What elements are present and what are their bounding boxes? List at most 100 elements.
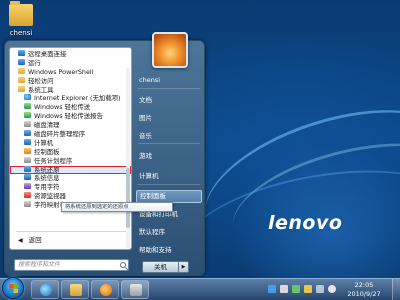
program-item[interactable]: 计算机 xyxy=(10,138,131,148)
clock-time: 22:05 xyxy=(354,281,374,289)
program-item[interactable]: 远程桌面连接 xyxy=(10,50,131,59)
program-item[interactable]: 磁盘清理 xyxy=(10,121,131,130)
folder-icon xyxy=(18,67,25,74)
tray-volume-icon[interactable] xyxy=(328,285,336,293)
system-info-icon xyxy=(24,174,31,181)
back-button[interactable]: ◀ 返回 xyxy=(18,235,42,245)
program-item[interactable]: 系统工具 xyxy=(10,85,131,95)
tray-language-icon[interactable] xyxy=(268,285,276,293)
separator xyxy=(16,231,126,232)
taskbar-internet-explorer[interactable] xyxy=(31,280,59,299)
private-character-icon xyxy=(24,183,31,190)
right-menu-item[interactable]: 计算机 xyxy=(136,170,202,183)
right-pane-separator xyxy=(138,88,200,89)
program-item[interactable]: 运行 xyxy=(10,58,131,68)
program-label: 专用字符 xyxy=(34,183,60,192)
program-label: 轻松访问 xyxy=(28,76,54,85)
program-label: 资源监视器 xyxy=(34,192,66,201)
program-item[interactable]: 轻松访问 xyxy=(10,76,131,86)
program-label: 控制面板 xyxy=(34,147,60,156)
tray-network-icon[interactable] xyxy=(316,285,324,293)
right-menu-item[interactable]: 图片 xyxy=(136,112,202,125)
search-input[interactable]: 搜索程序和文件 xyxy=(14,259,129,271)
programs-pane: 远程桌面连接 运行 Windows PowerShell 轻松访问 系统工具 Intern… xyxy=(9,47,132,250)
right-menu-item[interactable]: chensi xyxy=(136,74,202,87)
media-player-icon xyxy=(100,284,112,296)
program-item[interactable]: 任务计划程序 xyxy=(10,156,131,166)
program-item[interactable]: Windows PowerShell xyxy=(10,67,131,77)
program-label: 磁盘清理 xyxy=(34,121,60,130)
tray-keyboard-icon[interactable] xyxy=(280,285,288,293)
desktop-icon-user-folder[interactable]: chensi xyxy=(4,1,38,37)
tray-app-icon[interactable] xyxy=(292,285,300,293)
program-label: 运行 xyxy=(28,58,41,67)
tray-action-center-icon[interactable] xyxy=(304,285,312,293)
folder-icon xyxy=(18,76,25,83)
clock-date: 2010/9/27 xyxy=(347,289,381,298)
program-label: 远程桌面连接 xyxy=(28,50,67,58)
program-label: Internet Explorer (无加载项) xyxy=(34,94,121,103)
programs-list: 远程桌面连接 运行 Windows PowerShell 轻松访问 系统工具 Intern… xyxy=(10,50,131,210)
start-menu: 远程桌面连接 运行 Windows PowerShell 轻松访问 系统工具 Intern… xyxy=(4,32,205,276)
user-folder-icon xyxy=(9,1,33,26)
right-pane-separator xyxy=(138,184,200,185)
program-label: 计算机 xyxy=(34,138,54,147)
search-placeholder: 搜索程序和文件 xyxy=(18,261,61,268)
taskbar-media-player[interactable] xyxy=(91,280,119,299)
shutdown-button[interactable]: 关机 xyxy=(142,261,179,273)
windows-logo-icon xyxy=(9,284,18,293)
program-item[interactable]: 系统信息 xyxy=(10,174,131,183)
system-restore-icon xyxy=(24,165,31,172)
show-desktop-button[interactable] xyxy=(392,279,400,300)
user-avatar[interactable] xyxy=(152,32,188,68)
program-label: 系统还原 xyxy=(34,165,60,174)
defragmenter-icon xyxy=(24,130,31,137)
right-menu-item[interactable]: 文档 xyxy=(136,94,202,107)
remote-desktop-icon xyxy=(18,50,25,56)
window-icon xyxy=(130,284,142,296)
desktop-icon-label: chensi xyxy=(9,29,33,37)
lenovo-logo: lenovo xyxy=(268,212,343,234)
program-label: 系统工具 xyxy=(28,85,54,94)
taskbar: 22:05 2010/9/27 xyxy=(0,277,400,300)
internet-explorer-icon xyxy=(24,94,31,101)
resource-monitor-icon xyxy=(24,192,31,199)
right-menu-item[interactable]: 音乐 xyxy=(136,130,202,143)
program-item[interactable]: Windows 轻松传送 xyxy=(10,103,131,112)
character-map-icon xyxy=(24,201,31,208)
programs-scrollbar[interactable] xyxy=(126,68,130,248)
program-item[interactable]: 控制面板 xyxy=(10,147,131,157)
program-item[interactable]: 专用字符 xyxy=(10,183,131,192)
right-pane-separator xyxy=(138,143,200,144)
start-button[interactable] xyxy=(2,277,24,299)
scrollbar-thumb[interactable] xyxy=(126,168,130,228)
program-item[interactable]: Windows 轻松传送报告 xyxy=(10,112,131,121)
right-menu-item[interactable]: 默认程序 xyxy=(136,226,202,239)
taskbar-open-window[interactable] xyxy=(121,280,149,299)
back-label: 返回 xyxy=(28,236,42,244)
folder-icon xyxy=(18,85,25,92)
clock[interactable]: 22:05 2010/9/27 xyxy=(340,281,388,298)
control-panel-icon xyxy=(24,147,31,154)
program-item-system-restore[interactable]: 系统还原 xyxy=(10,165,131,175)
disk-cleanup-icon xyxy=(24,121,31,128)
internet-explorer-icon xyxy=(40,284,52,296)
shutdown-options-arrow-icon[interactable]: ▶ xyxy=(179,261,189,273)
right-menu-item[interactable]: 帮助和支持 xyxy=(136,244,202,257)
program-label: 系统信息 xyxy=(34,174,60,183)
program-item[interactable]: 资源监视器 xyxy=(10,192,131,201)
computer-icon xyxy=(24,138,31,145)
run-icon xyxy=(18,58,25,65)
program-label: Windows PowerShell xyxy=(28,67,94,76)
program-item[interactable]: Internet Explorer (无加载项) xyxy=(10,94,131,103)
search-icon[interactable] xyxy=(120,262,126,268)
program-label: 任务计划程序 xyxy=(34,156,73,165)
task-scheduler-icon xyxy=(24,156,31,163)
program-item[interactable]: 磁盘碎片整理程序 xyxy=(10,130,131,139)
program-label: Windows 轻松传送 xyxy=(34,103,91,112)
program-label: Windows 轻松传送报告 xyxy=(34,112,103,121)
right-menu-item[interactable]: 游戏 xyxy=(136,150,202,163)
program-label: 磁盘碎片整理程序 xyxy=(34,130,86,139)
easy-transfer-icon xyxy=(24,103,31,110)
taskbar-windows-explorer[interactable] xyxy=(61,280,89,299)
